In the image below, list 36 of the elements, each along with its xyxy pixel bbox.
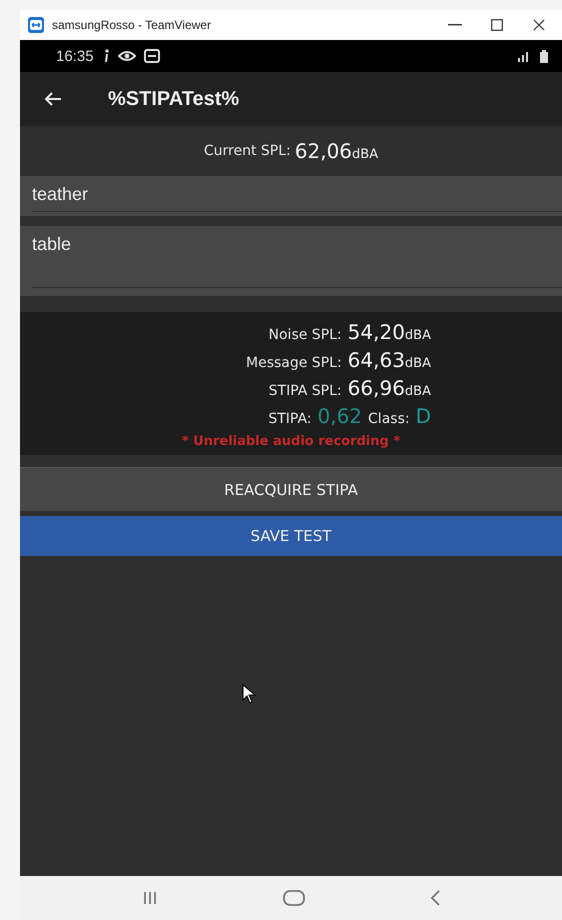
result-label: Noise SPL: xyxy=(268,327,342,343)
maximize-icon[interactable] xyxy=(491,19,503,31)
back-icon[interactable] xyxy=(430,890,440,906)
back-arrow-icon[interactable] xyxy=(44,91,62,107)
stipa-value: 0,62 xyxy=(318,404,362,428)
app-logo-icon xyxy=(28,17,44,33)
save-button[interactable]: SAVE TEST xyxy=(20,516,562,556)
current-spl-value: 62,06 xyxy=(294,139,352,163)
screen-title: %STIPATest% xyxy=(108,88,240,110)
result-value: 66,96 xyxy=(348,376,405,400)
recent-apps-icon[interactable] xyxy=(142,891,158,905)
class-label: Class: xyxy=(368,411,410,427)
reacquire-button[interactable]: REACQUIRE STIPA xyxy=(20,467,562,511)
text-field[interactable]: teather xyxy=(20,176,562,216)
current-spl-label: Current SPL: xyxy=(204,143,291,159)
result-value: 54,20 xyxy=(348,320,405,344)
battery-icon xyxy=(540,50,548,62)
status-time: 16:35 xyxy=(56,48,94,64)
unit-label: dBA xyxy=(404,356,431,371)
result-label: Message SPL: xyxy=(246,355,342,371)
unit-label: dBA xyxy=(404,328,431,343)
eye-icon xyxy=(118,50,136,62)
close-icon[interactable] xyxy=(533,19,545,31)
home-icon[interactable] xyxy=(282,890,305,906)
text-field[interactable]: table xyxy=(20,226,562,296)
mouse-pointer-icon xyxy=(242,684,256,704)
unit-label: dBA xyxy=(352,147,378,162)
class-value: D xyxy=(416,404,431,428)
minimize-icon[interactable] xyxy=(448,24,462,26)
unit-label: dBA xyxy=(404,384,431,399)
result-value: 64,63 xyxy=(348,348,405,372)
result-label: STIPA SPL: xyxy=(268,383,342,399)
warning-text: * Unreliable audio recording * xyxy=(182,434,400,449)
remote-icon xyxy=(144,49,160,63)
stipa-label: STIPA: xyxy=(268,411,312,427)
window-title: samsungRosso - TeamViewer xyxy=(52,18,212,32)
